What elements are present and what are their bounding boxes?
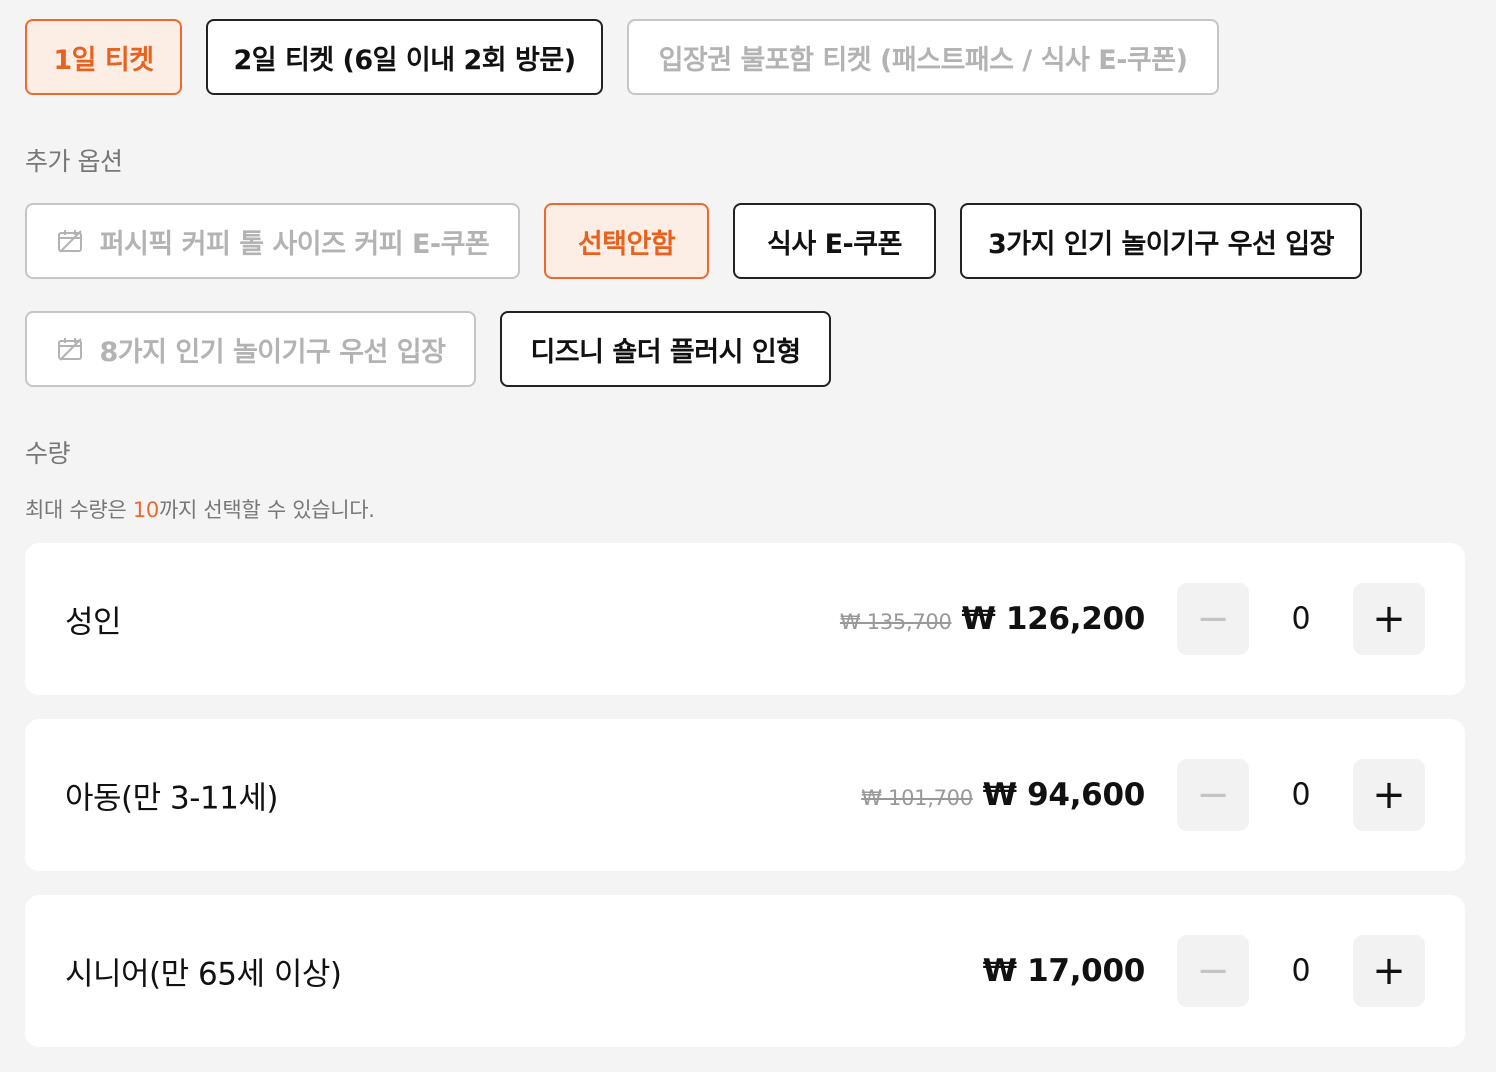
decrease-button[interactable]: − [1177, 935, 1249, 1007]
option-label: 3가지 인기 놀이기구 우선 입장 [988, 228, 1334, 260]
minus-icon: − [1196, 948, 1230, 994]
option-meal-coupon-button[interactable]: 식사 E-쿠폰 [733, 203, 936, 279]
ticket-type-no-admission-button[interactable]: 입장권 불포함 티켓 (패스트패스 / 식사 E-쿠폰) [627, 19, 1219, 95]
quantity-title: 수량 [25, 439, 71, 468]
decrease-button[interactable]: − [1177, 583, 1249, 655]
increase-button[interactable]: + [1353, 935, 1425, 1007]
quantity-value: 0 [1291, 601, 1311, 637]
option-label: 디즈니 숄더 플러시 인형 [530, 336, 801, 368]
original-price: ₩ 101,700 [861, 786, 973, 810]
sale-price: ₩ 17,000 [982, 953, 1146, 989]
hint-prefix: 최대 수량은 [25, 498, 133, 522]
ticket-category-name: 아동(만 3-11세) [65, 780, 278, 817]
price-group: ₩ 101,700 ₩ 94,600 [861, 777, 1145, 813]
sale-price: ₩ 126,200 [961, 601, 1146, 637]
hint-suffix: 까지 선택할 수 있습니다. [158, 498, 375, 522]
plus-icon: + [1372, 596, 1406, 642]
option-label: 8가지 인기 놀이기구 우선 입장 [99, 336, 446, 368]
option-label: 선택안함 [577, 228, 676, 260]
quantity-row-senior: 시니어(만 65세 이상) ₩ 17,000 − 0 + [25, 895, 1465, 1047]
increase-button[interactable]: + [1353, 583, 1425, 655]
quantity-row-child: 아동(만 3-11세) ₩ 101,700 ₩ 94,600 − 0 + [25, 719, 1465, 871]
ticket-type-label: 2일 티켓 (6일 이내 2회 방문) [233, 44, 576, 76]
calendar-unavailable-icon [56, 335, 84, 363]
ticket-category-name: 성인 [65, 604, 122, 641]
option-label: 식사 E-쿠폰 [767, 228, 902, 260]
quantity-value: 0 [1291, 953, 1311, 989]
ticket-type-label: 1일 티켓 [53, 44, 154, 76]
quantity-value: 0 [1291, 777, 1311, 813]
option-coffee-coupon-button[interactable]: 퍼시픽 커피 톨 사이즈 커피 E-쿠폰 [25, 203, 520, 279]
option-3-rides-priority-button[interactable]: 3가지 인기 놀이기구 우선 입장 [960, 203, 1362, 279]
plus-icon: + [1372, 948, 1406, 994]
increase-button[interactable]: + [1353, 759, 1425, 831]
ticket-category-name: 시니어(만 65세 이상) [65, 956, 342, 993]
minus-icon: − [1196, 596, 1230, 642]
quantity-row-adult: 성인 ₩ 135,700 ₩ 126,200 − 0 + [25, 543, 1465, 695]
option-8-rides-priority-button[interactable]: 8가지 인기 놀이기구 우선 입장 [25, 311, 476, 387]
ticket-type-2day-button[interactable]: 2일 티켓 (6일 이내 2회 방문) [206, 19, 603, 95]
price-group: ₩ 17,000 [982, 953, 1146, 989]
sale-price: ₩ 94,600 [982, 777, 1146, 813]
calendar-unavailable-icon [56, 227, 84, 255]
option-none-button[interactable]: 선택안함 [544, 203, 709, 279]
decrease-button[interactable]: − [1177, 759, 1249, 831]
plus-icon: + [1372, 772, 1406, 818]
minus-icon: − [1196, 772, 1230, 818]
hint-max-count: 10 [132, 498, 159, 522]
original-price: ₩ 135,700 [839, 610, 952, 634]
ticket-type-label: 입장권 불포함 티켓 (패스트패스 / 식사 E-쿠폰) [658, 44, 1188, 76]
option-label: 퍼시픽 커피 톨 사이즈 커피 E-쿠폰 [99, 228, 490, 260]
ticket-type-1day-button[interactable]: 1일 티켓 [25, 19, 182, 95]
price-group: ₩ 135,700 ₩ 126,200 [840, 601, 1145, 637]
quantity-hint: 최대 수량은 10까지 선택할 수 있습니다. [25, 494, 375, 524]
options-title: 추가 옵션 [25, 147, 123, 176]
option-plush-doll-button[interactable]: 디즈니 숄더 플러시 인형 [500, 311, 831, 387]
